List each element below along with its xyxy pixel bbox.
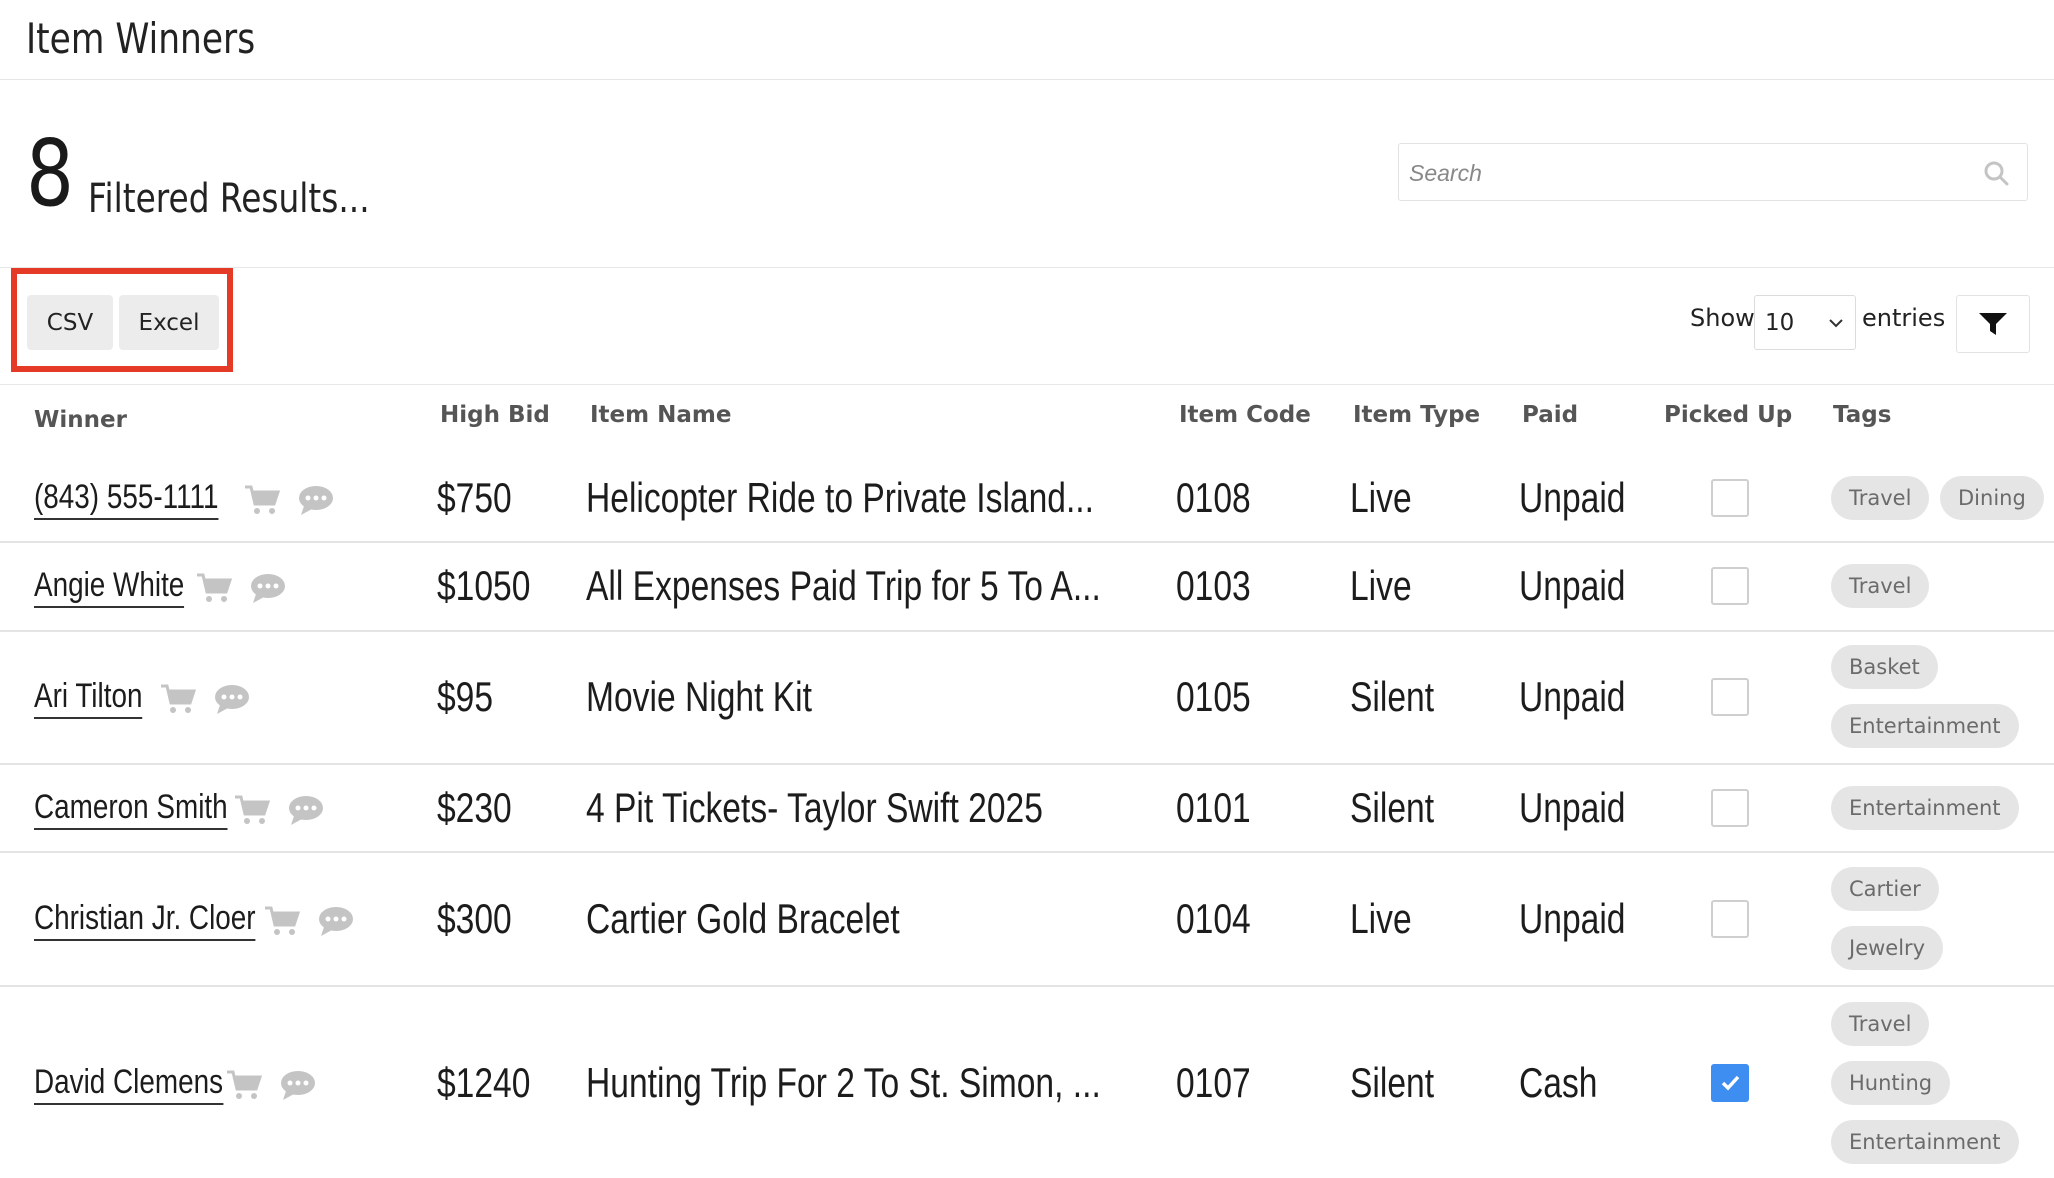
results-label: Filtered Results... [88, 176, 370, 222]
item-code: 0105 [1176, 673, 1251, 720]
column-header-high-bid[interactable]: High Bid [440, 402, 550, 428]
high-bid: $1240 [437, 1059, 531, 1106]
item-code: 0107 [1176, 1059, 1251, 1106]
item-name: Movie Night Kit [586, 673, 812, 720]
high-bid: $230 [437, 784, 512, 831]
tag: Dining [1940, 476, 2044, 520]
checkmark-icon [1721, 1075, 1740, 1091]
item-type: Silent [1350, 673, 1435, 720]
paid-status: Unpaid [1519, 474, 1626, 521]
row-divider [0, 541, 2054, 543]
cart-icon[interactable] [264, 905, 300, 937]
winner-link[interactable]: David Clemens [34, 1063, 224, 1105]
item-name: Helicopter Ride to Private Island... [586, 474, 1094, 521]
column-header-paid[interactable]: Paid [1522, 402, 1578, 428]
chat-bubble-icon[interactable] [288, 794, 324, 826]
show-label: Show [1690, 304, 1755, 332]
tag: Cartier [1831, 867, 1939, 911]
winner-link[interactable]: (843) 555-1111 [34, 478, 219, 520]
item-name: Cartier Gold Bracelet [586, 895, 900, 942]
filter-button[interactable] [1956, 295, 2030, 353]
row-divider [0, 851, 2054, 853]
row-divider [0, 985, 2054, 987]
high-bid: $95 [437, 673, 494, 720]
item-name: Hunting Trip For 2 To St. Simon, ... [586, 1059, 1101, 1106]
tag: Travel [1831, 1002, 1930, 1046]
chat-bubble-icon[interactable] [318, 905, 354, 937]
column-header-tags[interactable]: Tags [1833, 402, 1891, 428]
excel-export-button[interactable]: Excel [119, 295, 219, 350]
high-bid: $1050 [437, 562, 531, 609]
column-header-winner[interactable]: Winner [34, 407, 127, 433]
search-input[interactable] [1407, 144, 1971, 202]
picked-up-checkbox[interactable] [1711, 1064, 1749, 1102]
tag: Entertainment [1831, 704, 2019, 748]
cart-icon[interactable] [234, 794, 270, 826]
item-code: 0103 [1176, 562, 1251, 609]
tag: Travel [1831, 564, 1930, 608]
column-header-item-name[interactable]: Item Name [590, 402, 731, 428]
search-icon[interactable] [1983, 160, 2009, 186]
cart-icon[interactable] [226, 1069, 262, 1101]
entries-value: 10 [1765, 310, 1795, 336]
page-title: Item Winners [26, 14, 256, 63]
paid-status: Unpaid [1519, 562, 1626, 609]
chat-bubble-icon[interactable] [214, 683, 250, 715]
winner-link[interactable]: Christian Jr. Cloer [34, 899, 256, 941]
cart-icon[interactable] [196, 572, 232, 604]
entries-select[interactable]: 10 [1754, 295, 1856, 350]
item-name: 4 Pit Tickets- Taylor Swift 2025 [586, 784, 1043, 831]
item-type: Live [1350, 474, 1412, 521]
item-type: Live [1350, 562, 1412, 609]
chat-bubble-icon[interactable] [280, 1069, 316, 1101]
high-bid: $300 [437, 895, 512, 942]
picked-up-checkbox[interactable] [1711, 789, 1749, 827]
paid-status: Unpaid [1519, 895, 1626, 942]
winner-link[interactable]: Ari Tilton [34, 677, 143, 719]
picked-up-checkbox[interactable] [1711, 567, 1749, 605]
tag: Jewelry [1831, 926, 1944, 970]
entries-label: entries [1862, 304, 1946, 332]
csv-export-button[interactable]: CSV [27, 295, 113, 350]
item-name: All Expenses Paid Trip for 5 To A... [586, 562, 1101, 609]
tag: Basket [1831, 645, 1938, 689]
divider [0, 384, 2054, 385]
picked-up-checkbox[interactable] [1711, 900, 1749, 938]
tag: Entertainment [1831, 1120, 2019, 1164]
column-header-picked-up[interactable]: Picked Up [1664, 402, 1792, 428]
item-type: Silent [1350, 784, 1435, 831]
row-divider [0, 763, 2054, 765]
item-type: Live [1350, 895, 1412, 942]
winner-link[interactable]: Angie White [34, 566, 185, 608]
chat-bubble-icon[interactable] [298, 484, 334, 516]
column-header-item-type[interactable]: Item Type [1353, 402, 1480, 428]
search-box [1398, 143, 2028, 202]
tag: Travel [1831, 476, 1930, 520]
item-code: 0101 [1176, 784, 1251, 831]
tag: Hunting [1831, 1061, 1951, 1105]
high-bid: $750 [437, 474, 512, 521]
winner-link[interactable]: Cameron Smith [34, 788, 228, 830]
chat-bubble-icon[interactable] [250, 572, 286, 604]
row-divider [0, 630, 2054, 632]
filter-funnel-icon [1979, 313, 2007, 335]
item-type: Silent [1350, 1059, 1435, 1106]
results-count: 8 [26, 120, 75, 227]
divider [0, 267, 2054, 268]
top-bar: Item Winners [0, 0, 2054, 80]
tag: Entertainment [1831, 786, 2019, 830]
item-code: 0104 [1176, 895, 1251, 942]
cart-icon[interactable] [160, 683, 196, 715]
item-code: 0108 [1176, 474, 1251, 521]
picked-up-checkbox[interactable] [1711, 479, 1749, 517]
paid-status: Cash [1519, 1059, 1598, 1106]
picked-up-checkbox[interactable] [1711, 678, 1749, 716]
cart-icon[interactable] [244, 484, 280, 516]
chevron-down-icon [1829, 319, 1843, 328]
column-header-item-code[interactable]: Item Code [1179, 402, 1311, 428]
paid-status: Unpaid [1519, 673, 1626, 720]
paid-status: Unpaid [1519, 784, 1626, 831]
